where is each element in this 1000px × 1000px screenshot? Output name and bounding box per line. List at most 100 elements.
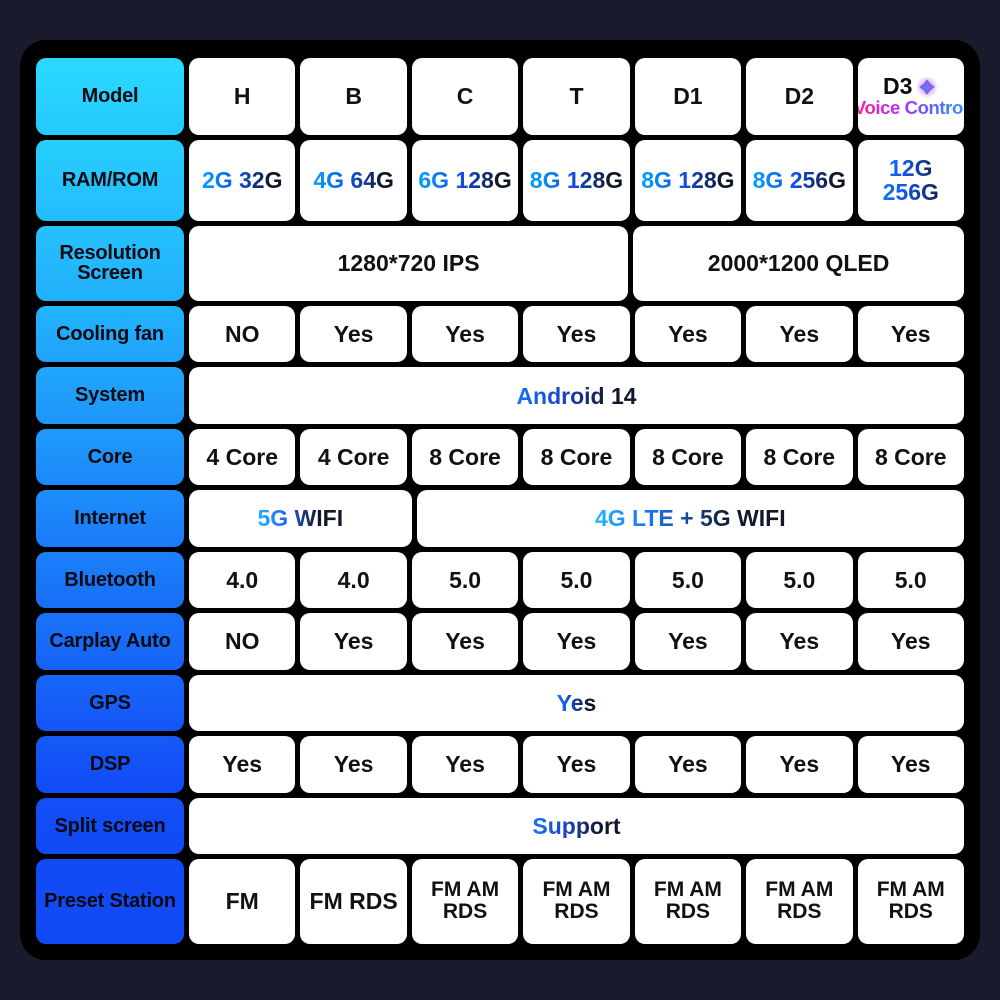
cell-bluetooth-0: 4.0 xyxy=(189,551,296,609)
cell-preset-station-4: FM AM RDS xyxy=(634,859,742,944)
spec-row-gps: GPS Yes xyxy=(36,674,964,732)
cell-gps-0: Yes xyxy=(189,674,964,732)
cell-model-4: D1 xyxy=(634,58,742,135)
cell-cooling-fan-4: Yes xyxy=(634,305,742,363)
cell-model-5: D2 xyxy=(746,58,853,135)
cell-model-5-text: D2 xyxy=(784,83,815,110)
cell-ram-rom-0-text: 2G 32G xyxy=(201,167,283,194)
cell-bluetooth-0-text: 4.0 xyxy=(226,566,259,593)
spec-row-split-screen: Split screen Support xyxy=(36,797,964,855)
cell-ram-rom-2-text: 6G 128G xyxy=(418,167,512,194)
cell-internet-0-text: 5G WIFI xyxy=(257,505,344,532)
row-label-carplay-auto: Carplay Auto xyxy=(36,613,184,670)
cell-system-0: Android 14 xyxy=(189,367,964,424)
cell-carplay-auto-1-text: Yes xyxy=(333,628,374,655)
cell-preset-station-1: FM RDS xyxy=(300,859,407,944)
cell-preset-station-5: FM AM RDS xyxy=(746,859,853,944)
cell-carplay-auto-1: Yes xyxy=(300,613,407,670)
cell-bluetooth-3: 5.0 xyxy=(523,551,630,609)
row-label-dsp: DSP xyxy=(36,736,184,793)
cell-dsp-6: Yes xyxy=(857,736,964,793)
cell-cooling-fan-1-text: Yes xyxy=(333,321,374,348)
row-values-system: Android 14 xyxy=(189,367,964,424)
cell-cooling-fan-5: Yes xyxy=(746,305,853,363)
spec-row-bluetooth: Bluetooth 4.0 4.0 5.0 5.0 5.0 5.0 5.0 xyxy=(36,551,964,609)
cell-cooling-fan-2-text: Yes xyxy=(445,321,485,348)
cell-carplay-auto-5: Yes xyxy=(746,613,853,670)
row-label-system: System xyxy=(36,367,184,424)
cell-core-6: 8 Core xyxy=(857,428,964,486)
cell-ram-rom-1: 4G 64G xyxy=(300,140,407,221)
cell-preset-station-6-text: FM AM RDS xyxy=(876,878,945,924)
spec-row-resolution-screen: Resolution Screen 1280*720 IPS 2000*1200 Q… xyxy=(36,225,964,301)
cell-ram-rom-4-text: 8G 128G xyxy=(641,167,735,194)
cell-carplay-auto-2: Yes xyxy=(411,613,519,670)
spec-row-ram-rom: RAM/ROM 2G 32G 4G 64G 6G 128G 8G 128G 8G 128G… xyxy=(36,140,964,221)
spec-row-core: Core 4 Core 4 Core 8 Core 8 Core 8 Core 8 Core… xyxy=(36,428,964,486)
cell-preset-station-2-text: FM AM RDS xyxy=(431,878,500,924)
cell-core-1-text: 4 Core xyxy=(317,444,390,471)
cell-bluetooth-1-text: 4.0 xyxy=(337,566,370,593)
cell-bluetooth-1: 4.0 xyxy=(300,551,407,609)
row-label-ram-rom: RAM/ROM xyxy=(36,140,184,221)
cell-dsp-0: Yes xyxy=(189,736,296,793)
spec-row-internet: Internet 5G WIFI 4G LTE + 5G WIFI xyxy=(36,490,964,547)
row-label-cooling-fan: Cooling fan xyxy=(36,305,184,363)
cell-model-1-text: B xyxy=(345,83,362,110)
row-values-core: 4 Core 4 Core 8 Core 8 Core 8 Core 8 Core 8 Co… xyxy=(189,428,964,486)
cell-model-2: C xyxy=(411,58,519,135)
cell-carplay-auto-0: NO xyxy=(189,613,296,670)
cell-cooling-fan-6-text: Yes xyxy=(890,321,931,348)
cell-preset-station-2: FM AM RDS xyxy=(411,859,519,944)
cell-carplay-auto-6-text: Yes xyxy=(890,628,931,655)
cell-cooling-fan-1: Yes xyxy=(300,305,407,363)
cell-ram-rom-4: 8G 128G xyxy=(634,140,742,221)
cell-carplay-auto-3: Yes xyxy=(523,613,630,670)
spec-row-model: Model H B C T D1 D2 D3 Voice Control xyxy=(36,58,964,135)
row-values-gps: Yes xyxy=(189,674,964,732)
cell-dsp-2: Yes xyxy=(411,736,519,793)
cell-bluetooth-4-text: 5.0 xyxy=(671,566,704,593)
cell-model-0-text: H xyxy=(233,83,251,110)
cell-preset-station-6: FM AM RDS xyxy=(857,859,964,944)
cell-internet-0: 5G WIFI xyxy=(189,490,412,547)
cell-dsp-6-text: Yes xyxy=(890,751,931,778)
cell-carplay-auto-4-text: Yes xyxy=(668,628,708,655)
row-values-carplay-auto: NO Yes Yes Yes Yes Yes Yes xyxy=(189,613,964,670)
cell-preset-station-3: FM AM RDS xyxy=(523,859,630,944)
cell-resolution-screen-0-text: 1280*720 IPS xyxy=(337,250,480,277)
voice-sparkle-icon xyxy=(916,75,939,98)
cell-gps-0-text: Yes xyxy=(556,689,597,716)
row-label-resolution-screen: Resolution Screen xyxy=(36,225,184,301)
cell-model-6: D3 Voice Control xyxy=(857,58,964,135)
cell-ram-rom-6: 12G 256G xyxy=(857,140,964,221)
cell-resolution-screen-1: 2000*1200 QLED xyxy=(633,225,964,301)
cell-bluetooth-2-text: 5.0 xyxy=(449,566,482,593)
cell-core-5: 8 Core xyxy=(746,428,853,486)
cell-carplay-auto-5-text: Yes xyxy=(779,628,820,655)
cell-split-screen-0-text: Support xyxy=(532,812,621,839)
cell-ram-rom-3: 8G 128G xyxy=(523,140,630,221)
row-values-bluetooth: 4.0 4.0 5.0 5.0 5.0 5.0 5.0 xyxy=(189,551,964,609)
cell-core-2-text: 8 Core xyxy=(429,444,501,471)
cell-core-5-text: 8 Core xyxy=(763,444,836,471)
cell-dsp-5-text: Yes xyxy=(779,751,820,778)
cell-ram-rom-0: 2G 32G xyxy=(189,140,296,221)
spec-row-system: System Android 14 xyxy=(36,367,964,424)
cell-core-6-text: 8 Core xyxy=(874,444,947,471)
cell-core-4: 8 Core xyxy=(634,428,742,486)
spec-row-carplay-auto: Carplay Auto NO Yes Yes Yes Yes Yes Yes xyxy=(36,613,964,670)
cell-bluetooth-2: 5.0 xyxy=(411,551,519,609)
cell-dsp-3-text: Yes xyxy=(556,751,597,778)
cell-dsp-2-text: Yes xyxy=(445,751,485,778)
cell-model-6-text: D3 xyxy=(883,73,913,100)
row-values-ram-rom: 2G 32G 4G 64G 6G 128G 8G 128G 8G 128G 8G 256G… xyxy=(189,140,964,221)
row-values-model: H B C T D1 D2 D3 Voice Control xyxy=(189,58,964,135)
cell-preset-station-0-text: FM xyxy=(225,888,259,915)
cell-dsp-1-text: Yes xyxy=(333,751,374,778)
cell-ram-rom-6-text: 12G 256G xyxy=(861,156,961,204)
cell-dsp-3: Yes xyxy=(523,736,630,793)
d3-label-wrap: D3 xyxy=(883,73,939,100)
cell-core-4-text: 8 Core xyxy=(652,444,724,471)
cell-model-3-text: T xyxy=(569,83,584,110)
